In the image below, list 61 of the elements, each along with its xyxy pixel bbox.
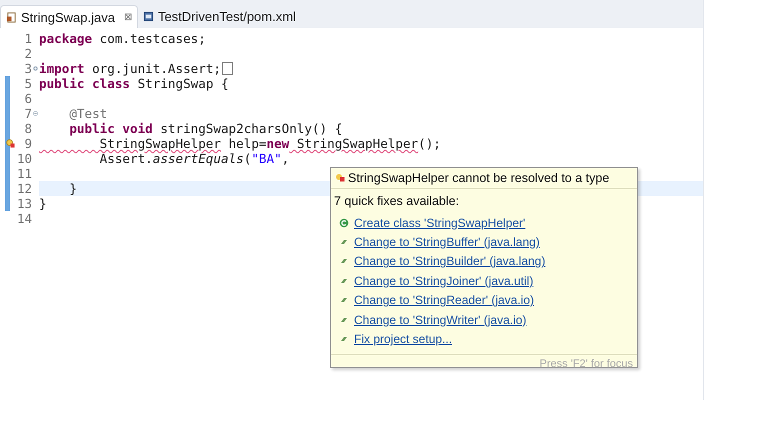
code-text: } xyxy=(39,196,47,211)
code-text: } xyxy=(68,181,77,196)
annotation: @Test xyxy=(68,106,108,121)
code-text: , xyxy=(282,151,290,166)
editor-tab[interactable]: StringSwap.java ⊠ xyxy=(0,5,138,28)
change-icon xyxy=(340,257,348,266)
collapse-fold-icon[interactable] xyxy=(33,111,38,116)
method-name: assertEquals xyxy=(152,151,244,166)
code-text: ( xyxy=(244,151,252,166)
editor-tab[interactable]: TestDrivenTest/pom.xml xyxy=(138,5,301,28)
code-text: Assert. xyxy=(98,151,153,166)
line-number: 1 xyxy=(23,31,32,46)
java-file-icon xyxy=(6,12,17,22)
keyword: public void xyxy=(68,121,153,136)
code-text: (); xyxy=(418,136,441,151)
quick-fix-link[interactable]: Change to 'StringBuffer' (java.lang) xyxy=(354,235,540,250)
keyword: import xyxy=(39,61,84,76)
quick-fix-link[interactable]: Change to 'StringJoiner' (java.util) xyxy=(354,274,534,288)
code-text: StringSwap { xyxy=(136,76,229,91)
code-text: org.junit.Assert; xyxy=(91,61,221,76)
keyword: public class xyxy=(39,76,130,91)
line-number: 11 xyxy=(16,166,32,181)
line-number: 10 xyxy=(16,151,32,166)
class-icon xyxy=(339,218,349,228)
close-tab-icon[interactable]: ⊠ xyxy=(124,11,132,23)
keyword: package xyxy=(39,31,92,46)
error-type-name: StringSwapHelper xyxy=(98,136,221,151)
expand-fold-icon[interactable] xyxy=(33,66,38,71)
line-number: 2 xyxy=(23,46,32,61)
quick-fix-link[interactable]: Create class 'StringSwapHelper' xyxy=(354,216,526,230)
line-number: 9 xyxy=(23,136,32,151)
line-number: 3 xyxy=(23,61,32,76)
code-text: com.testcases; xyxy=(98,31,206,46)
change-icon xyxy=(340,335,348,344)
line-number: 8 xyxy=(23,121,32,136)
quick-fix-link[interactable]: Change to 'StringBuilder' (java.lang) xyxy=(354,254,546,268)
code-text: stringSwap2charsOnly() { xyxy=(159,121,342,136)
code-text: help= xyxy=(228,136,266,151)
keyword: new xyxy=(266,136,290,151)
change-icon xyxy=(340,296,348,304)
quick-fix-link[interactable]: Change to 'StringReader' (java.io) xyxy=(354,293,534,308)
line-number: 6 xyxy=(23,91,32,106)
error-type-name: StringSwapHelper xyxy=(296,136,418,151)
change-icon xyxy=(340,316,348,324)
quick-fix-link[interactable]: Fix project setup... xyxy=(354,332,452,346)
quick-fix-link[interactable]: Change to 'StringWriter' (java.io) xyxy=(354,312,526,327)
error-icon xyxy=(335,173,345,183)
xml-file-icon xyxy=(142,11,154,22)
line-number: 5 xyxy=(23,76,32,91)
line-number: 14 xyxy=(16,211,32,226)
line-number: 12 xyxy=(16,181,32,196)
change-icon xyxy=(340,276,348,285)
line-number: 7 xyxy=(23,106,32,121)
error-lightbulb-icon[interactable] xyxy=(6,139,15,148)
collapsed-code-box[interactable] xyxy=(222,62,233,75)
line-number: 13 xyxy=(16,196,32,211)
change-icon xyxy=(340,238,348,246)
quick-fix-count: 7 quick fixes available: xyxy=(334,194,460,208)
string-literal: "BA" xyxy=(251,151,282,166)
focus-hint: Press 'F2' for focus xyxy=(540,358,633,370)
error-message: StringSwapHelper cannot be resolved to a type xyxy=(348,171,610,185)
